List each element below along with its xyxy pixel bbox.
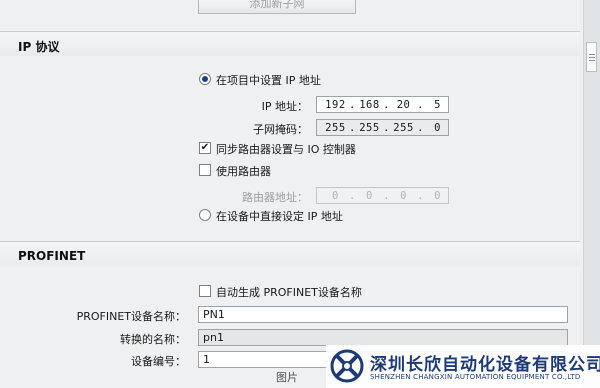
mask-octet-1: 255 — [325, 121, 346, 134]
sync-router-label: 同步路由器设置与 IO 控制器 — [216, 143, 356, 156]
device-number-label: 设备编号： — [131, 355, 186, 368]
ip-protocol-header: IP 协议 — [0, 31, 580, 56]
ip-protocol-title: IP 协议 — [18, 40, 60, 54]
router-octet-1: 0 — [331, 189, 339, 202]
mask-octet-3: 255 — [393, 121, 414, 134]
subnet-mask-input[interactable]: 255. 255. 255. 0 — [316, 119, 449, 136]
auto-generate-name-checkbox[interactable] — [199, 285, 211, 297]
mask-octet-2: 255 — [359, 121, 380, 134]
converted-name-label: 转换的名称： — [120, 333, 186, 346]
converted-name-field: pn1 — [198, 329, 568, 346]
mask-octet-4: 0 — [434, 121, 441, 134]
ip-address-label: IP 地址： — [261, 100, 308, 113]
router-address-label: 路由器地址： — [242, 191, 308, 204]
radio-set-ip-on-device-label: 在设备中直接设定 IP 地址 — [216, 210, 343, 223]
use-router-label: 使用路由器 — [216, 165, 271, 178]
ip-octet-3: 20 — [396, 98, 411, 111]
radio-set-ip-in-project[interactable] — [199, 73, 211, 85]
company-logo-icon — [330, 349, 364, 383]
scrollbar-thumb[interactable] — [586, 42, 597, 72]
sync-router-checkbox[interactable]: ✔ — [199, 142, 211, 154]
router-octet-2: 0 — [366, 189, 373, 202]
image-caption: 图片 — [276, 371, 298, 384]
radio-set-ip-in-project-label: 在项目中设置 IP 地址 — [216, 74, 321, 87]
ip-octet-2: 168 — [359, 98, 380, 111]
router-octet-3: 0 — [400, 189, 407, 202]
ip-octet-1: 192 — [325, 98, 346, 111]
profinet-header: PROFINET — [0, 241, 580, 266]
auto-generate-name-label: 自动生成 PROFINET设备名称 — [216, 286, 362, 299]
check-icon: ✔ — [200, 142, 210, 153]
profinet-title: PROFINET — [18, 249, 86, 263]
company-name-en: SHENZHEN CHANGXIN AUTOMATION EQUIPMENT C… — [370, 373, 581, 381]
ip-octet-4: 5 — [434, 98, 441, 111]
subnet-mask-label: 子网掩码： — [253, 123, 308, 136]
profinet-device-name-input[interactable]: PN1 — [198, 306, 568, 323]
router-octet-4: 0 — [434, 189, 441, 202]
radio-set-ip-on-device[interactable] — [199, 209, 211, 221]
company-watermark: 深圳长欣自动化设备有限公司 SHENZHEN CHANGXIN AUTOMATI… — [326, 345, 600, 388]
use-router-checkbox[interactable] — [199, 164, 211, 176]
profinet-device-name-label: PROFINET设备名称： — [76, 310, 186, 323]
add-subnet-button[interactable]: 添加新子网 — [198, 0, 356, 14]
company-name-cn: 深圳长欣自动化设备有限公司 — [370, 355, 600, 375]
router-address-input[interactable]: 0. 0. 0. 0 — [316, 187, 449, 204]
ip-address-input[interactable]: 192. 168. 20. 5 — [316, 96, 449, 113]
top-strip: 添加新子网 — [0, 0, 580, 28]
